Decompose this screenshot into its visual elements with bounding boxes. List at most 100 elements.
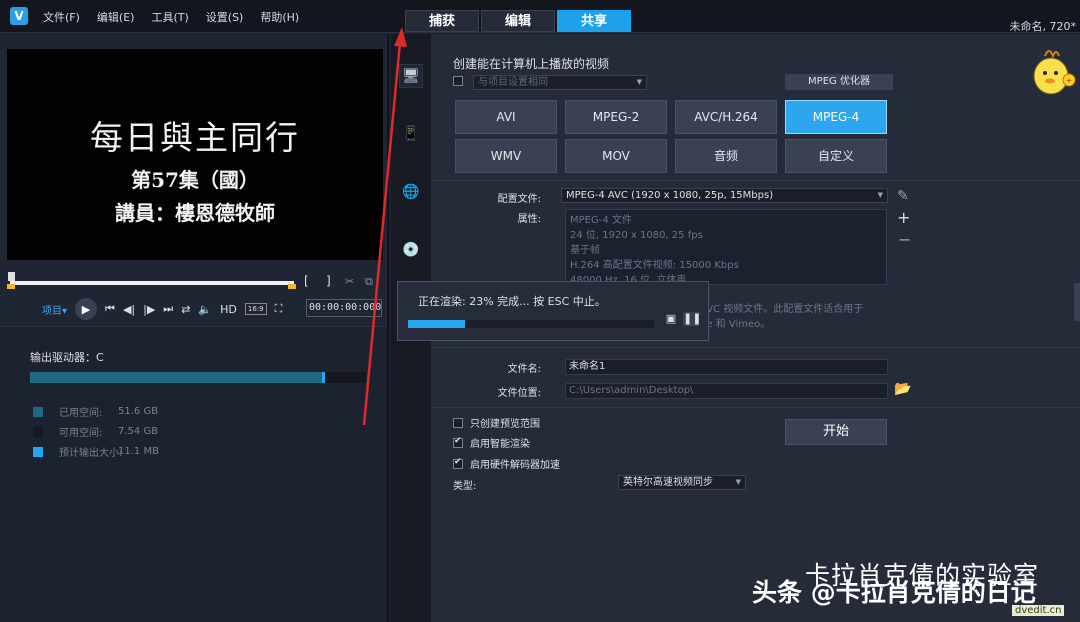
tab-capture[interactable]: 捕获 xyxy=(405,10,479,32)
preview-range-option[interactable]: 只创建预览范围 xyxy=(453,415,540,430)
hw-decoder-checkbox[interactable] xyxy=(453,457,463,469)
workspace-tabs: 捕获 编辑 共享 xyxy=(405,10,631,32)
tab-edit[interactable]: 编辑 xyxy=(481,10,555,32)
preview-range-checkbox[interactable] xyxy=(453,417,463,428)
scrollbar[interactable] xyxy=(1074,283,1080,321)
computer-icon[interactable]: 🖥 xyxy=(399,64,423,88)
legend-free-swatch xyxy=(33,426,43,437)
render-status-text: 正在渲染: 23% 完成... 按 ESC 中止。 xyxy=(418,295,606,308)
copy-icon[interactable]: ⧉ xyxy=(365,275,373,289)
aspect-ratio-selector[interactable]: 16:9 xyxy=(244,303,267,315)
trim-end-handle[interactable] xyxy=(288,284,296,289)
scrubber-bar[interactable] xyxy=(10,281,294,285)
legend-output: 预计输出大小: 11.1 MB xyxy=(33,444,159,459)
profile-dropdown[interactable]: MPEG-4 AVC (1920 x 1080, 25p, 15Mbps) ▼ xyxy=(561,188,888,203)
format-mpeg4-button[interactable]: MPEG-4 xyxy=(785,100,887,134)
legend-free-label: 可用空间: xyxy=(59,428,103,439)
filename-label: 文件名: xyxy=(507,364,541,375)
mark-in-button[interactable]: [ xyxy=(304,274,309,288)
next-frame-icon[interactable]: |▶ xyxy=(143,303,155,316)
filename-input[interactable]: 未命名1 xyxy=(565,359,888,375)
device-icon[interactable]: 📱 xyxy=(399,122,423,146)
storage-info-panel: 输出驱动器：C 已用空间: 51.6 GB 可用空间: 7.54 GB 预计输出… xyxy=(0,326,387,622)
legend-output-swatch xyxy=(33,446,43,457)
same-as-project-label: 与项目设置相同 xyxy=(478,77,548,88)
render-progress-fill xyxy=(408,320,465,328)
location-input[interactable]: C:\Users\admin\Desktop\ xyxy=(565,383,888,399)
edit-icon[interactable]: ✎ xyxy=(897,188,909,204)
hw-decoder-option[interactable]: 启用硬件解码器加速 xyxy=(453,456,560,471)
menu-settings[interactable]: 设置(S) xyxy=(206,9,244,25)
legend-free-value: 7.54 GB xyxy=(118,426,159,437)
type-dropdown[interactable]: 英特尔高速视频同步 ▼ xyxy=(618,475,746,490)
repeat-icon[interactable]: ⇄ xyxy=(181,303,190,316)
legend-used-label: 已用空间: xyxy=(59,408,103,419)
smart-render-label: 启用智能渲染 xyxy=(470,439,530,450)
trim-start-handle[interactable] xyxy=(7,284,15,289)
go-to-start-icon[interactable]: ⏮ xyxy=(105,302,115,316)
previous-frame-icon[interactable]: ◀| xyxy=(123,303,135,316)
format-mpeg2-button[interactable]: MPEG-2 xyxy=(565,100,667,134)
format-mov-button[interactable]: MOV xyxy=(565,139,667,173)
tab-share[interactable]: 共享 xyxy=(557,10,631,32)
format-avi-button[interactable]: AVI xyxy=(455,100,557,134)
project-mode-selector[interactable]: 项目▾ xyxy=(42,302,67,317)
preview-toggle-icon[interactable]: ▣ xyxy=(663,312,679,326)
mascot-icon: + xyxy=(1033,50,1076,95)
menu-tools[interactable]: 工具(T) xyxy=(151,9,188,25)
drive-usage-bar xyxy=(30,372,366,383)
type-value: 英特尔高速视频同步 xyxy=(623,477,713,488)
divider xyxy=(431,347,1080,348)
menu-edit[interactable]: 编辑(E) xyxy=(97,9,135,25)
watermark-line2: 头条 @卡拉肖克倩的日记 xyxy=(752,578,1036,607)
format-wmv-button[interactable]: WMV xyxy=(455,139,557,173)
format-avc-button[interactable]: AVC/H.264 xyxy=(675,100,777,134)
app-logo-icon: V xyxy=(10,7,28,25)
legend-output-value: 11.1 MB xyxy=(118,446,159,457)
profile-description-line2: be 和 Vimeo。 xyxy=(700,319,771,330)
playhead-handle[interactable] xyxy=(8,272,15,281)
location-label: 文件位置: xyxy=(497,388,541,399)
mpeg-optimizer-button[interactable]: MPEG 优化器 xyxy=(785,74,893,90)
volume-icon[interactable]: 🔈 xyxy=(198,303,212,316)
disc-icon[interactable]: 💿 xyxy=(399,238,423,262)
preview-title-line1: 每日與主同行 xyxy=(90,118,300,157)
same-as-project-checkbox[interactable] xyxy=(453,76,463,86)
legend-free: 可用空间: 7.54 GB xyxy=(33,424,158,439)
player-panel: 每日與主同行 第57集（國） 講員：樓恩德牧師 [ ] ✂ ⧉ 项目▾ ▶ ⏮ … xyxy=(0,34,389,622)
title-bar: V 文件(F) 编辑(E) 工具(T) 设置(S) 帮助(H) 捕获 编辑 共享… xyxy=(0,0,1080,33)
smart-render-checkbox[interactable] xyxy=(453,436,463,448)
chevron-down-icon: ▼ xyxy=(877,191,883,199)
go-to-end-icon[interactable]: ⏭ xyxy=(163,302,173,316)
pause-icon[interactable]: ❚❚ xyxy=(683,312,701,326)
legend-used-swatch xyxy=(33,406,43,417)
start-button[interactable]: 开始 xyxy=(785,419,887,445)
menu-file[interactable]: 文件(F) xyxy=(43,9,80,25)
add-profile-icon[interactable]: + xyxy=(897,208,910,227)
smart-render-option[interactable]: 启用智能渲染 xyxy=(453,435,530,450)
remove-profile-icon[interactable]: − xyxy=(898,230,911,249)
video-preview: 每日與主同行 第57集（國） 講員：樓恩德牧師 xyxy=(7,49,383,260)
folder-icon[interactable]: 📂 xyxy=(894,381,911,397)
project-title: 未命名, 720* xyxy=(1009,20,1077,33)
same-as-project-dropdown[interactable]: 与项目设置相同 ▼ xyxy=(473,75,647,90)
output-drive-label: 输出驱动器：C xyxy=(30,351,104,364)
legend-output-label: 预计输出大小: xyxy=(59,448,123,459)
preview-range-label: 只创建预览范围 xyxy=(470,419,540,430)
format-audio-button[interactable]: 音频 xyxy=(675,139,777,173)
scissors-icon[interactable]: ✂ xyxy=(345,275,354,288)
type-label: 类型: xyxy=(453,481,477,492)
hd-toggle[interactable]: HD xyxy=(220,303,237,316)
section-title: 创建能在计算机上播放的视频 xyxy=(453,57,610,71)
web-icon[interactable]: 🌐 xyxy=(399,180,423,204)
timecode-display[interactable]: 00:00:00:000 xyxy=(306,299,382,317)
crop-icon[interactable]: ⛶ xyxy=(275,302,283,316)
legend-used-value: 51.6 GB xyxy=(118,406,159,417)
profile-description: AVC 视频文件。此配置文件适合用于 be 和 Vimeo。 xyxy=(700,302,890,332)
play-icon[interactable]: ▶ xyxy=(75,298,98,320)
menu-help[interactable]: 帮助(H) xyxy=(260,9,299,25)
hw-decoder-label: 启用硬件解码器加速 xyxy=(470,460,560,471)
profile-label: 配置文件: xyxy=(497,194,541,205)
mark-out-button[interactable]: ] xyxy=(326,274,331,288)
format-custom-button[interactable]: 自定义 xyxy=(785,139,887,173)
